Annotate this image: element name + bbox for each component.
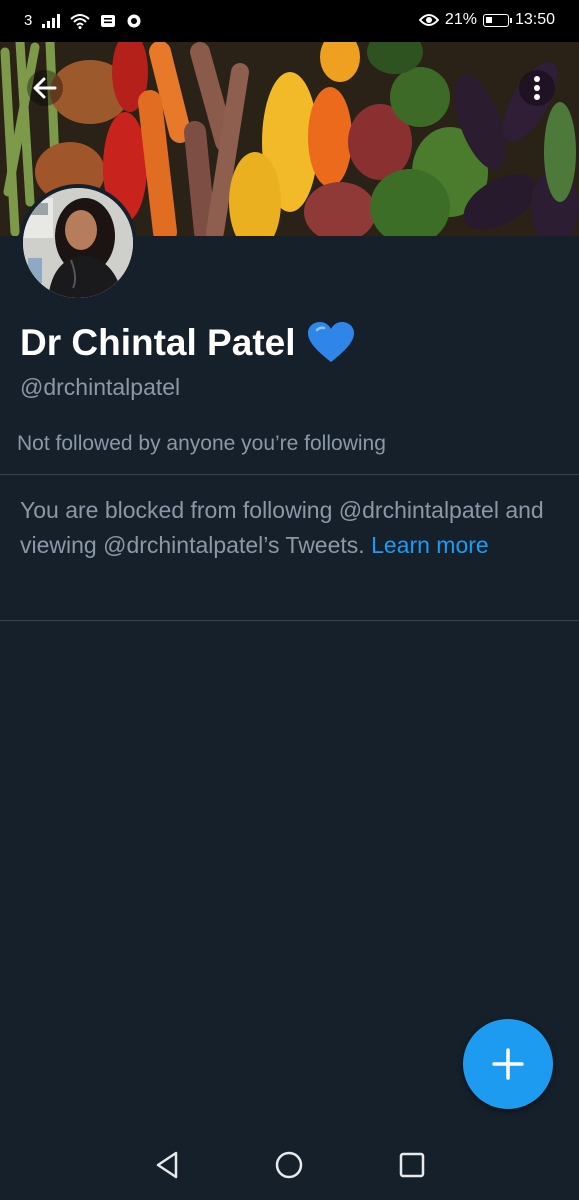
back-arrow-icon <box>33 77 57 99</box>
display-name-text: Dr Chintal Patel <box>20 322 296 363</box>
nav-back-icon <box>156 1151 178 1179</box>
notification-icon <box>101 14 116 27</box>
nav-recents-icon <box>399 1152 425 1178</box>
learn-more-link[interactable]: Learn more <box>371 532 489 558</box>
signal-icon <box>42 13 61 28</box>
system-nav-bar <box>0 1130 579 1200</box>
eye-icon <box>418 14 439 26</box>
back-button[interactable] <box>27 70 63 106</box>
more-options-button[interactable] <box>519 70 555 106</box>
plus-icon <box>492 1048 524 1080</box>
status-bar: 3 21% 13:50 <box>0 0 579 42</box>
followers-you-know: Not followed by anyone you’re following <box>17 432 386 455</box>
divider <box>0 620 579 621</box>
carrier-label: 3 <box>24 12 33 29</box>
chat-icon <box>127 14 141 27</box>
blue-heart-icon <box>307 322 354 362</box>
nav-home-icon <box>275 1151 303 1179</box>
avatar[interactable] <box>19 184 137 302</box>
wifi-icon <box>70 13 91 29</box>
nav-home-button[interactable] <box>272 1148 306 1182</box>
blocked-notice: You are blocked from following @drchinta… <box>20 493 565 563</box>
more-vertical-icon <box>534 76 540 100</box>
divider <box>0 474 579 475</box>
battery-icon <box>482 13 512 27</box>
battery-percent: 21% <box>444 11 477 28</box>
compose-tweet-button[interactable] <box>463 1019 553 1109</box>
nav-back-button[interactable] <box>150 1148 184 1182</box>
profile-handle: @drchintalpatel <box>20 374 181 400</box>
clock: 13:50 <box>514 11 555 28</box>
nav-recents-button[interactable] <box>395 1148 429 1182</box>
profile-display-name: Dr Chintal Patel <box>20 322 354 364</box>
avatar-image <box>23 188 133 298</box>
